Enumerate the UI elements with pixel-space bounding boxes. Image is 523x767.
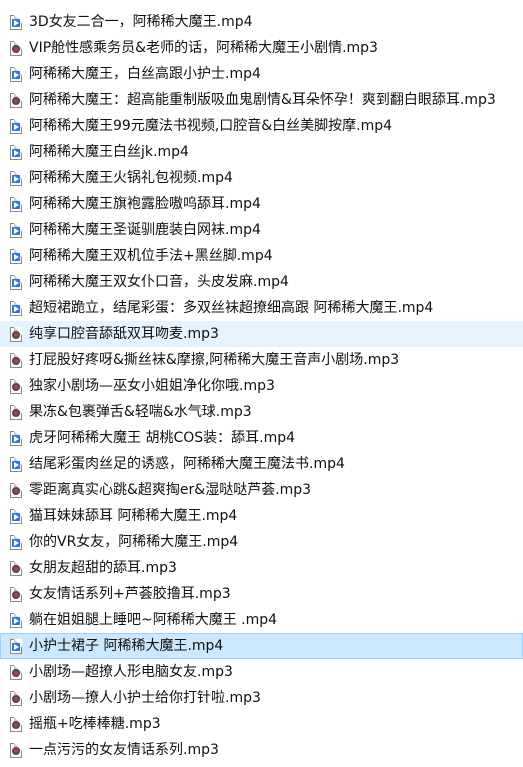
file-row[interactable]: 打屁股好疼呀&撕丝袜&摩擦,阿稀稀大魔王音声小剧场.mp3 <box>0 347 523 373</box>
video-file-icon <box>10 534 23 550</box>
file-row[interactable]: 阿稀稀大魔王旗袍露脸嗷呜舔耳.mp4 <box>0 191 523 217</box>
audio-file-icon <box>10 560 23 576</box>
audio-file-icon <box>10 352 23 368</box>
video-file-icon <box>10 144 23 160</box>
file-name: 结尾彩蛋肉丝足的诱惑，阿稀稀大魔王魔法书.mp4 <box>29 456 345 472</box>
file-name: 独家小剧场—巫女小姐姐净化你哦.mp3 <box>29 378 275 394</box>
file-name: 打屁股好疼呀&撕丝袜&摩擦,阿稀稀大魔王音声小剧场.mp3 <box>29 352 400 368</box>
file-name: 你的VR女友，阿稀稀大魔王.mp4 <box>29 534 239 550</box>
file-row[interactable]: 阿稀稀大魔王白丝jk.mp4 <box>0 139 523 165</box>
file-row[interactable]: 阿稀稀大魔王99元魔法书视频,口腔音&白丝美脚按摩.mp4 <box>0 113 523 139</box>
file-row[interactable]: 果冻&包裹弹舌&轻喘&水气球.mp3 <box>0 399 523 425</box>
file-name: 摇瓶+吃棒棒糖.mp3 <box>29 716 161 732</box>
video-file-icon <box>10 430 23 446</box>
audio-file-icon <box>10 482 23 498</box>
file-name: 阿稀稀大魔王：超高能重制版吸血鬼剧情&耳朵怀孕！爽到翻白眼舔耳.mp3 <box>29 92 496 108</box>
file-row[interactable]: 摇瓶+吃棒棒糖.mp3 <box>0 711 523 737</box>
file-name: 阿稀稀大魔王双女仆口音，头皮发麻.mp4 <box>29 274 289 290</box>
file-name: 零距离真实心跳&超爽掏er&湿哒哒芦荟.mp3 <box>29 482 312 498</box>
file-name: 阿稀稀大魔王白丝jk.mp4 <box>29 144 189 160</box>
file-row[interactable]: 阿稀稀大魔王，白丝高跟小护士.mp4 <box>0 61 523 87</box>
video-file-icon <box>10 508 23 524</box>
audio-file-icon <box>10 742 23 758</box>
video-file-icon <box>10 14 23 30</box>
file-row[interactable]: 一点污污的女友情话系列.mp3 <box>0 737 523 763</box>
file-name: 猫耳妹妹舔耳 阿稀稀大魔王.mp4 <box>29 508 238 524</box>
file-row[interactable]: 阿稀稀大魔王圣诞驯鹿装白网袜.mp4 <box>0 217 523 243</box>
audio-file-icon <box>10 92 23 108</box>
file-name: 小护士裙子 阿稀稀大魔王.mp4 <box>29 638 224 654</box>
file-row[interactable]: 女朋友超甜的舔耳.mp3 <box>0 555 523 581</box>
audio-file-icon <box>10 716 23 732</box>
file-row[interactable]: 阿稀稀大魔王双机位手法+黑丝脚.mp4 <box>0 243 523 269</box>
video-file-icon <box>10 274 23 290</box>
file-row[interactable]: 独家小剧场—巫女小姐姐净化你哦.mp3 <box>0 373 523 399</box>
file-name: 女朋友超甜的舔耳.mp3 <box>29 560 177 576</box>
file-name: 虎牙阿稀稀大魔王 胡桃COS装：舔耳.mp4 <box>29 430 296 446</box>
file-row[interactable]: 结尾彩蛋肉丝足的诱惑，阿稀稀大魔王魔法书.mp4 <box>0 451 523 477</box>
video-file-icon <box>10 300 23 316</box>
file-row[interactable]: 纯享口腔音舔舐双耳吻麦.mp3 <box>0 321 523 347</box>
file-row[interactable]: 躺在姐姐腿上睡吧~阿稀稀大魔王 .mp4 <box>0 607 523 633</box>
file-row[interactable]: 小护士裙子 阿稀稀大魔王.mp4 <box>0 633 523 659</box>
audio-file-icon <box>10 690 23 706</box>
audio-file-icon <box>10 404 23 420</box>
file-row[interactable]: 猫耳妹妹舔耳 阿稀稀大魔王.mp4 <box>0 503 523 529</box>
video-file-icon <box>10 638 23 654</box>
file-name: 女友情话系列+芦荟胶撸耳.mp3 <box>29 586 231 602</box>
video-file-icon <box>10 456 23 472</box>
audio-file-icon <box>10 664 23 680</box>
video-file-icon <box>10 66 23 82</box>
file-row[interactable]: 小剧场—超撩人形电脑女友.mp3 <box>0 659 523 685</box>
file-name: 小剧场—超撩人形电脑女友.mp3 <box>29 664 233 680</box>
video-file-icon <box>10 118 23 134</box>
file-row[interactable]: 零距离真实心跳&超爽掏er&湿哒哒芦荟.mp3 <box>0 477 523 503</box>
file-row[interactable]: 女友情话系列+芦荟胶撸耳.mp3 <box>0 581 523 607</box>
video-file-icon <box>10 612 23 628</box>
file-row[interactable]: 3D女友二合一，阿稀稀大魔王.mp4 <box>0 9 523 35</box>
audio-file-icon <box>10 586 23 602</box>
video-file-icon <box>10 248 23 264</box>
audio-file-icon <box>10 40 23 56</box>
file-name: 阿稀稀大魔王99元魔法书视频,口腔音&白丝美脚按摩.mp4 <box>29 118 393 134</box>
file-row[interactable]: 你的VR女友，阿稀稀大魔王.mp4 <box>0 529 523 555</box>
file-row[interactable]: 小剧场—撩人小护士给你打针啦.mp3 <box>0 685 523 711</box>
file-name: 小剧场—撩人小护士给你打针啦.mp3 <box>29 690 261 706</box>
file-row[interactable]: VIP舱性感乘务员&老师的话，阿稀稀大魔王小剧情.mp3 <box>0 35 523 61</box>
file-row[interactable]: 虎牙阿稀稀大魔王 胡桃COS装：舔耳.mp4 <box>0 425 523 451</box>
file-name: 阿稀稀大魔王双机位手法+黑丝脚.mp4 <box>29 248 273 264</box>
file-row[interactable]: 阿稀稀大魔王火锅礼包视频.mp4 <box>0 165 523 191</box>
file-row[interactable]: 阿稀稀大魔王双女仆口音，头皮发麻.mp4 <box>0 269 523 295</box>
file-list: 3D女友二合一，阿稀稀大魔王.mp4 VIP舱性感乘务员&老师的话，阿稀稀大魔王小… <box>0 0 523 767</box>
file-name: 果冻&包裹弹舌&轻喘&水气球.mp3 <box>29 404 252 420</box>
file-name: 躺在姐姐腿上睡吧~阿稀稀大魔王 .mp4 <box>29 612 278 628</box>
file-name: VIP舱性感乘务员&老师的话，阿稀稀大魔王小剧情.mp3 <box>29 40 378 56</box>
file-name: 一点污污的女友情话系列.mp3 <box>29 742 219 758</box>
video-file-icon <box>10 222 23 238</box>
audio-file-icon <box>10 326 23 342</box>
file-name: 纯享口腔音舔舐双耳吻麦.mp3 <box>29 326 219 342</box>
file-name: 阿稀稀大魔王圣诞驯鹿装白网袜.mp4 <box>29 222 261 238</box>
file-name: 3D女友二合一，阿稀稀大魔王.mp4 <box>29 14 253 30</box>
audio-file-icon <box>10 378 23 394</box>
video-file-icon <box>10 170 23 186</box>
file-name: 超短裙跪立，结尾彩蛋：多双丝袜超撩细高跟 阿稀稀大魔王.mp4 <box>29 300 434 316</box>
file-name: 阿稀稀大魔王，白丝高跟小护士.mp4 <box>29 66 261 82</box>
file-row[interactable]: 阿稀稀大魔王：超高能重制版吸血鬼剧情&耳朵怀孕！爽到翻白眼舔耳.mp3 <box>0 87 523 113</box>
file-row[interactable]: 超短裙跪立，结尾彩蛋：多双丝袜超撩细高跟 阿稀稀大魔王.mp4 <box>0 295 523 321</box>
file-name: 阿稀稀大魔王火锅礼包视频.mp4 <box>29 170 233 186</box>
file-name: 阿稀稀大魔王旗袍露脸嗷呜舔耳.mp4 <box>29 196 261 212</box>
video-file-icon <box>10 196 23 212</box>
